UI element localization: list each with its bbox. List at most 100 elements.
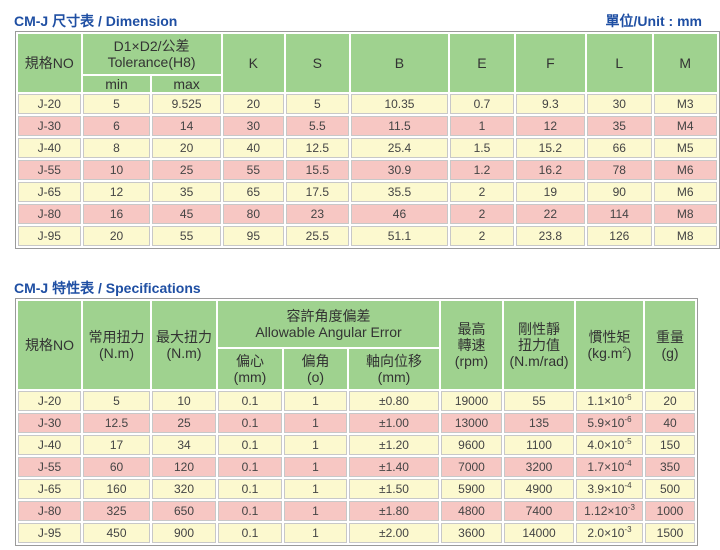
- cell-e: 1: [450, 116, 514, 136]
- inertia-exponent: -3: [627, 503, 635, 512]
- cell-stiffness: 55: [504, 391, 574, 411]
- table-row: J-55 10 25 55 15.5 30.9 1.2 16.2 78 M6: [18, 160, 717, 180]
- header-rated-torque: 常用扭力 (N.m): [83, 301, 150, 389]
- cell-stiffness: 1100: [504, 435, 574, 455]
- cell-model: J-95: [18, 226, 81, 246]
- cell-e: 1.5: [450, 138, 514, 158]
- cell-speed: 19000: [441, 391, 502, 411]
- dimension-title: CM-J 尺寸表 / Dimension: [14, 13, 178, 29]
- cell-b: 11.5: [350, 116, 449, 136]
- cell-stiffness: 3200: [504, 457, 574, 477]
- cell-inertia: 1.7×10-4: [576, 457, 643, 477]
- cell-model: J-40: [18, 138, 81, 158]
- cell-b: 25.4: [350, 138, 449, 158]
- header-bore-line1: D1×D2/公差: [113, 38, 190, 54]
- cell-axial: ±1.50: [349, 479, 439, 499]
- cell-e: 1.2: [450, 160, 514, 180]
- cell-max: 25: [152, 160, 221, 180]
- cell-model: J-65: [18, 182, 81, 202]
- cell-b: 51.1: [350, 226, 449, 246]
- inertia-base: 1.1×10: [587, 394, 625, 408]
- inertia-exponent: -6: [624, 393, 632, 402]
- cell-inertia: 1.12×10-3: [576, 501, 643, 521]
- header-misalignment: 容許角度偏差 Allowable Angular Error: [218, 301, 439, 347]
- cell-max: 9.525: [152, 94, 221, 114]
- cell-b: 30.9: [350, 160, 449, 180]
- table-row: J-80 16 45 80 23 46 2 22 114 M8: [18, 204, 717, 224]
- cell-radial: 0.1: [218, 479, 282, 499]
- cell-stiffness: 135: [504, 413, 574, 433]
- cell-model: J-80: [18, 204, 81, 224]
- cell-f: 9.3: [515, 94, 586, 114]
- cell-max: 34: [152, 435, 216, 455]
- cell-e: 2: [450, 226, 514, 246]
- cell-angular: 1: [284, 523, 347, 543]
- cell-s: 15.5: [286, 160, 349, 180]
- cell-k: 20: [222, 94, 284, 114]
- header-angular-offset: 偏角 (o): [284, 349, 347, 389]
- header-k: K: [222, 34, 284, 92]
- header-rated-torque-line1: 常用扭力: [88, 329, 145, 345]
- cell-model: J-20: [18, 94, 81, 114]
- cell-model: J-95: [18, 523, 81, 543]
- dimension-table: 規格NO D1×D2/公差 Tolerance(H8) K S B E F L …: [15, 31, 720, 249]
- cell-l: 126: [587, 226, 652, 246]
- cell-max: 45: [152, 204, 221, 224]
- header-l: L: [587, 34, 652, 92]
- cell-s: 23: [286, 204, 349, 224]
- cell-weight: 1000: [645, 501, 695, 521]
- cell-weight: 20: [645, 391, 695, 411]
- cell-l: 78: [587, 160, 652, 180]
- header-rated-torque-line2: (N.m): [99, 345, 134, 361]
- header-max-torque: 最大扭力 (N.m): [152, 301, 216, 389]
- cell-m: M8: [653, 204, 717, 224]
- cell-b: 35.5: [350, 182, 449, 202]
- cell-b: 10.35: [350, 94, 449, 114]
- cell-rated: 17: [83, 435, 150, 455]
- cell-max: 14: [152, 116, 221, 136]
- header-max-speed-line2: 轉速: [457, 337, 486, 353]
- cell-angular: 1: [284, 479, 347, 499]
- header-e: E: [450, 34, 514, 92]
- cell-stiffness: 14000: [504, 523, 574, 543]
- cell-max: 120: [152, 457, 216, 477]
- cell-stiffness: 4900: [504, 479, 574, 499]
- header-stiffness-line1: 剛性靜: [518, 321, 560, 337]
- cell-m: M8: [653, 226, 717, 246]
- cell-k: 40: [222, 138, 284, 158]
- cell-radial: 0.1: [218, 413, 282, 433]
- cell-radial: 0.1: [218, 457, 282, 477]
- header-min: min: [82, 76, 151, 92]
- cell-k: 65: [222, 182, 284, 202]
- unit-label: 單位/Unit : mm: [605, 13, 702, 29]
- cell-weight: 1500: [645, 523, 695, 543]
- cell-angular: 1: [284, 413, 347, 433]
- header-axial-offset: 軸向位移 (mm): [349, 349, 439, 389]
- cell-weight: 350: [645, 457, 695, 477]
- cell-f: 12: [515, 116, 586, 136]
- header-model: 規格NO: [18, 301, 81, 389]
- inertia-exponent: -4: [624, 481, 632, 490]
- cell-l: 66: [587, 138, 652, 158]
- cell-k: 30: [222, 116, 284, 136]
- table-row: J-65 160 320 0.1 1 ±1.50 5900 4900 3.9×10-4 500: [18, 479, 695, 499]
- table-row: J-55 60 120 0.1 1 ±1.40 7000 3200 1.7×10-4 350: [18, 457, 695, 477]
- inertia-base: 1.12×10: [584, 504, 628, 518]
- table-row: J-80 325 650 0.1 1 ±1.80 4800 7400 1.12×10-3 1000: [18, 501, 695, 521]
- inertia-base: 2.0×10: [587, 526, 625, 540]
- cell-s: 12.5: [286, 138, 349, 158]
- header-max-torque-line2: (N.m): [166, 345, 202, 361]
- header-axial-line1: 軸向位移: [366, 353, 422, 369]
- header-stiffness-line2: 扭力值: [518, 337, 560, 353]
- header-inertia-unit: (kg.m: [587, 345, 623, 361]
- cell-speed: 3600: [441, 523, 502, 543]
- cell-angular: 1: [284, 391, 347, 411]
- cell-f: 22: [515, 204, 586, 224]
- cell-k: 55: [222, 160, 284, 180]
- cell-model: J-30: [18, 413, 81, 433]
- specifications-title: CM-J 特性表 / Specifications: [14, 280, 201, 296]
- table-row: J-40 8 20 40 12.5 25.4 1.5 15.2 66 M5: [18, 138, 717, 158]
- header-stiffness-line3: (N.m/rad): [509, 353, 569, 369]
- cell-max: 650: [152, 501, 216, 521]
- cell-s: 5.5: [286, 116, 349, 136]
